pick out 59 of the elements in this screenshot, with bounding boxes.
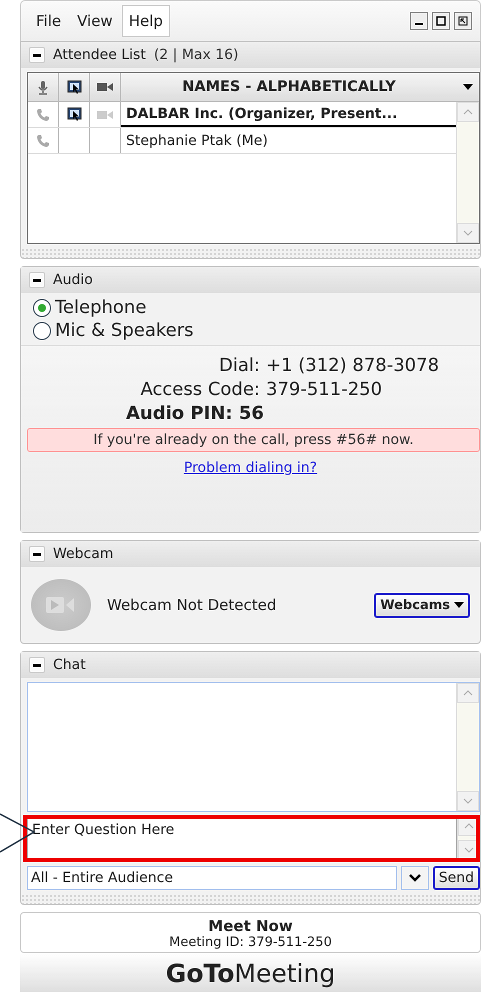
chevron-down-icon bbox=[408, 874, 421, 882]
audio-pin: Audio PIN: 56 bbox=[126, 403, 264, 424]
minimize-icon bbox=[415, 23, 423, 25]
radio-button[interactable] bbox=[33, 322, 51, 340]
resize-grip[interactable] bbox=[21, 894, 480, 904]
phone-icon bbox=[36, 134, 50, 148]
collapse-button[interactable] bbox=[29, 546, 45, 562]
chevron-down-icon bbox=[463, 798, 473, 804]
maximize-button[interactable] bbox=[432, 12, 450, 30]
phone-icon bbox=[36, 108, 50, 122]
attendee-count: (2 | Max 16) bbox=[154, 47, 238, 63]
restore-button[interactable] bbox=[454, 12, 472, 30]
send-button[interactable]: Send bbox=[432, 866, 480, 890]
panel-title: Webcam bbox=[53, 546, 114, 562]
dial-number: +1 (312) 878-3078 bbox=[266, 354, 440, 378]
panel-title: Chat bbox=[53, 657, 86, 673]
webcams-dropdown[interactable]: Webcams bbox=[374, 592, 470, 618]
access-code: 379-511-250 bbox=[266, 378, 384, 402]
video-camera-icon bbox=[97, 82, 113, 92]
attendee-name[interactable]: DALBAR Inc. (Organizer, Present... bbox=[121, 102, 456, 127]
chevron-down-icon bbox=[464, 847, 474, 853]
resize-grip[interactable] bbox=[21, 248, 480, 258]
chevron-down-icon bbox=[463, 230, 473, 236]
dropdown-button[interactable] bbox=[400, 866, 429, 890]
collapse-button[interactable] bbox=[29, 47, 45, 63]
radio-label[interactable]: Telephone bbox=[55, 297, 146, 318]
radio-label[interactable]: Mic & Speakers bbox=[55, 320, 194, 341]
app-logo: GoToMeeting bbox=[166, 958, 336, 988]
menu-item[interactable]: Help bbox=[122, 5, 170, 37]
dial-label: Dial: bbox=[218, 354, 261, 378]
chevron-up-icon bbox=[463, 109, 473, 115]
menu-item[interactable]: File bbox=[29, 5, 68, 37]
minimize-button[interactable] bbox=[410, 12, 428, 30]
collapse-button[interactable] bbox=[29, 657, 45, 673]
recipient-dropdown[interactable]: All - Entire Audience bbox=[27, 866, 397, 890]
radio-button[interactable] bbox=[33, 298, 51, 316]
meeting-id: Meeting ID: 379-511-250 bbox=[169, 935, 332, 950]
attendee-row[interactable]: DALBAR Inc. (Organizer, Present... bbox=[28, 102, 456, 128]
microphone-icon bbox=[37, 80, 49, 94]
notice-banner: If you're already on the call, press #56# now. bbox=[27, 428, 480, 452]
collapse-button[interactable] bbox=[29, 272, 45, 288]
screen-share-icon bbox=[66, 80, 82, 94]
chevron-up-icon bbox=[464, 823, 474, 829]
meet-now-title[interactable]: Meet Now bbox=[208, 917, 293, 935]
caret-icon[interactable] bbox=[463, 84, 473, 90]
screen-share-icon bbox=[66, 107, 82, 122]
caret-icon bbox=[454, 602, 464, 608]
maximize-icon bbox=[436, 16, 446, 26]
restore-icon bbox=[458, 16, 468, 26]
webcam-status: Webcam Not Detected bbox=[107, 596, 278, 614]
help-link[interactable]: Problem dialing in? bbox=[184, 460, 318, 476]
attendee-name[interactable]: Stephanie Ptak (Me) bbox=[121, 128, 456, 153]
menu-item[interactable]: View bbox=[70, 5, 120, 37]
panel-title: Audio bbox=[53, 272, 93, 288]
chevron-up-icon bbox=[463, 690, 473, 696]
panel-title: Attendee List bbox=[53, 47, 146, 63]
access-code-label: Access Code: bbox=[140, 378, 261, 402]
video-camera-icon bbox=[97, 110, 113, 120]
attendee-row[interactable]: Stephanie Ptak (Me) bbox=[28, 128, 456, 154]
